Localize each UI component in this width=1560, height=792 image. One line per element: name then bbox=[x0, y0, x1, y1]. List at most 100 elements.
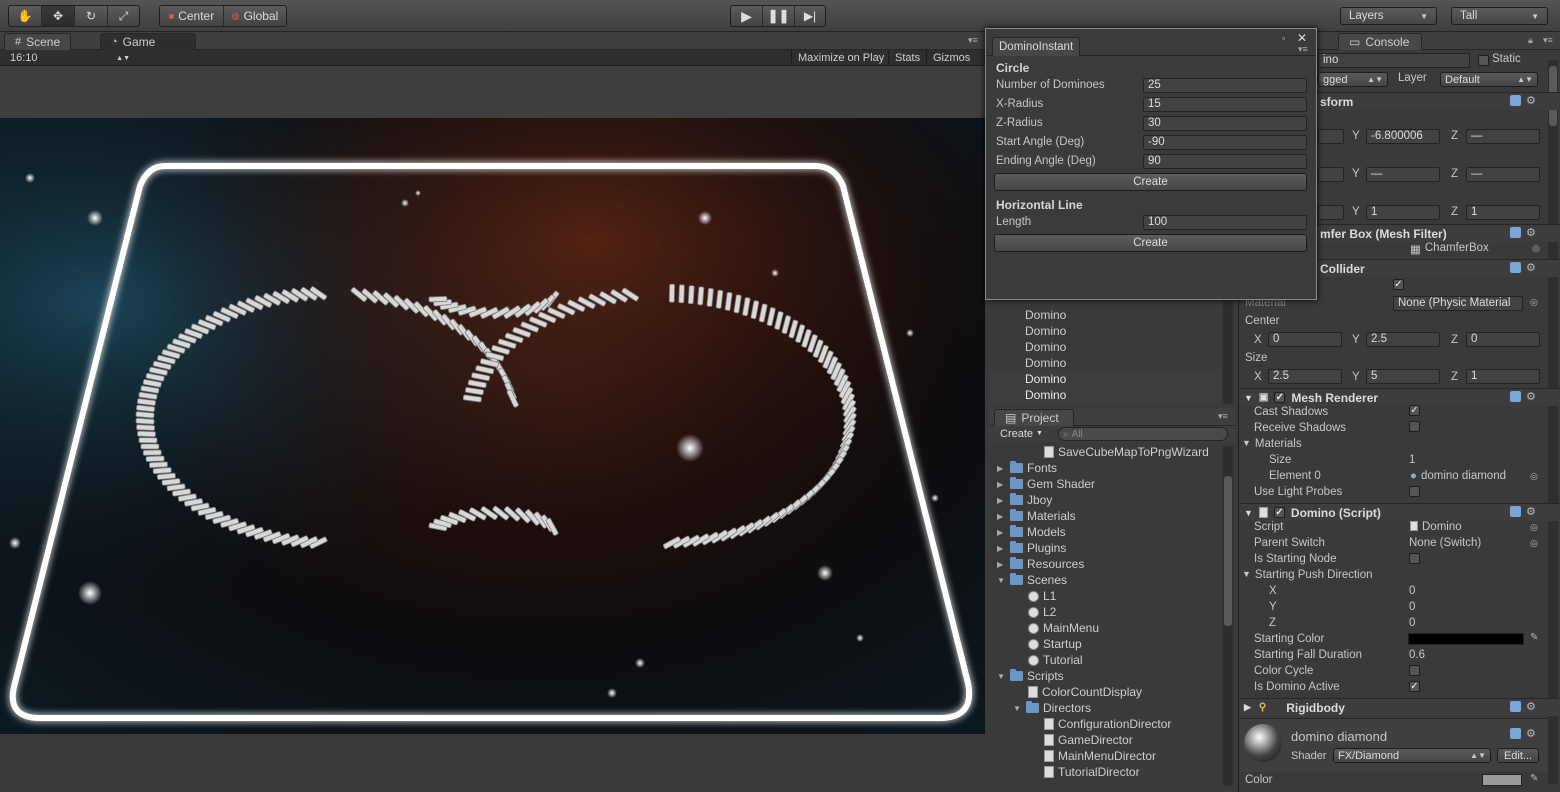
gizmos-button[interactable]: Gizmos bbox=[926, 50, 976, 66]
help-icon[interactable] bbox=[1510, 95, 1521, 106]
close-icon[interactable]: ✕ bbox=[1297, 31, 1307, 45]
game-view[interactable] bbox=[0, 118, 985, 734]
foldout-arrow-icon[interactable]: ▼ bbox=[997, 576, 1006, 585]
project-item[interactable]: ▼ Scenes bbox=[997, 572, 1067, 588]
static-checkbox[interactable] bbox=[1478, 55, 1489, 66]
dir-x-value[interactable]: 0 bbox=[1409, 585, 1415, 597]
hierarchy-item[interactable]: Domino bbox=[1025, 324, 1066, 338]
foldout-arrow-icon[interactable]: ▶ bbox=[997, 480, 1006, 489]
scale-icon[interactable]: ⤢ bbox=[108, 6, 139, 26]
center-y-field[interactable]: 2.5 bbox=[1366, 332, 1440, 347]
starting-push-direction-foldout[interactable]: ▼ Starting Push Direction bbox=[1242, 569, 1373, 581]
script-field[interactable]: Domino bbox=[1410, 521, 1462, 533]
tag-dropdown[interactable]: gged ▲▼ bbox=[1318, 72, 1388, 87]
foldout-arrow-icon[interactable]: ▼ bbox=[1013, 704, 1022, 713]
project-item[interactable]: MainMenu bbox=[1028, 620, 1099, 636]
circle-field-input[interactable]: 90 bbox=[1143, 154, 1307, 169]
project-create-dropdown[interactable]: Create ▼ bbox=[996, 426, 1047, 441]
project-item[interactable]: ▼ Directors bbox=[1013, 700, 1091, 716]
project-item[interactable]: ConfigurationDirector bbox=[1044, 716, 1171, 732]
color-swatch[interactable] bbox=[1482, 774, 1522, 786]
project-item[interactable]: ▶ Plugins bbox=[997, 540, 1066, 556]
tab-game[interactable]: ◔ Game bbox=[100, 33, 196, 50]
create-circle-button[interactable]: Create bbox=[994, 173, 1307, 191]
hierarchy-item[interactable]: Domino bbox=[1025, 372, 1066, 386]
circle-field-input[interactable]: 30 bbox=[1143, 116, 1307, 131]
foldout-arrow-icon[interactable]: ▶ bbox=[997, 496, 1006, 505]
hierarchy-item[interactable]: Domino bbox=[1025, 388, 1066, 402]
object-name-field[interactable]: ino bbox=[1318, 53, 1470, 68]
project-scrollbar[interactable] bbox=[1223, 446, 1233, 786]
layout-dropdown[interactable]: Tall ▼ bbox=[1451, 7, 1548, 25]
lock-icon[interactable]: 🔒︎ bbox=[1528, 35, 1533, 46]
inspector-scrollbar[interactable] bbox=[1548, 60, 1558, 784]
object-picker-icon[interactable]: ◎ bbox=[1530, 538, 1538, 549]
project-item[interactable]: MainMenuDirector bbox=[1044, 748, 1156, 764]
gear-icon[interactable]: ⚙ bbox=[1526, 700, 1536, 713]
hierarchy-scrollbar[interactable] bbox=[1223, 300, 1233, 404]
center-x-field[interactable]: 0 bbox=[1268, 332, 1342, 347]
help-icon[interactable] bbox=[1510, 506, 1521, 517]
materials-foldout[interactable]: ▼ Materials bbox=[1242, 438, 1302, 450]
panel-menu-icon[interactable]: ▾≡ bbox=[1218, 411, 1228, 422]
tab-console[interactable]: ▭ Console bbox=[1338, 33, 1422, 50]
project-item[interactable]: Tutorial bbox=[1028, 652, 1083, 668]
gear-icon[interactable]: ⚙ bbox=[1526, 226, 1536, 239]
maximize-on-play-button[interactable]: Maximize on Play bbox=[791, 50, 890, 66]
project-item[interactable]: GameDirector bbox=[1044, 732, 1133, 748]
scrollbar-thumb[interactable] bbox=[1224, 476, 1232, 626]
hierarchy-item[interactable]: Domino bbox=[1025, 308, 1066, 322]
position-x-field[interactable] bbox=[1318, 129, 1344, 144]
hand-icon[interactable]: ✋ bbox=[9, 6, 42, 26]
project-item[interactable]: L1 bbox=[1028, 588, 1056, 604]
foldout-arrow-icon[interactable]: ▼ bbox=[997, 672, 1006, 681]
eyedropper-icon[interactable]: ✎ bbox=[1530, 632, 1538, 643]
circle-field-input[interactable]: -90 bbox=[1143, 135, 1307, 150]
step-icon[interactable]: ▶| bbox=[795, 6, 825, 26]
project-item[interactable]: SaveCubeMapToPngWizard bbox=[1044, 444, 1209, 460]
help-icon[interactable] bbox=[1510, 227, 1521, 238]
project-item[interactable]: ▶ Gem Shader bbox=[997, 476, 1095, 492]
pivot-center-button[interactable]: ■ Center bbox=[160, 6, 224, 26]
gear-icon[interactable]: ⚙ bbox=[1526, 261, 1536, 274]
project-item[interactable]: ▶ Fonts bbox=[997, 460, 1057, 476]
color-cycle-checkbox[interactable] bbox=[1409, 665, 1420, 676]
cast-shadows-checkbox[interactable]: ✓ bbox=[1409, 405, 1420, 416]
size-z-field[interactable]: 1 bbox=[1466, 369, 1540, 384]
rotation-x-field[interactable] bbox=[1318, 167, 1344, 182]
aspect-dropdown[interactable]: 16:10 ▲▼ bbox=[6, 50, 134, 66]
starting-color-swatch[interactable] bbox=[1408, 633, 1524, 645]
project-search-input[interactable]: ⌕ All bbox=[1058, 427, 1228, 441]
receive-shadows-checkbox[interactable] bbox=[1409, 421, 1420, 432]
is-starting-node-checkbox[interactable] bbox=[1409, 553, 1420, 564]
gear-icon[interactable]: ⚙ bbox=[1526, 727, 1536, 740]
layers-dropdown[interactable]: Layers ▼ bbox=[1340, 7, 1437, 25]
move-icon[interactable]: ✥ bbox=[42, 6, 75, 26]
foldout-arrow-icon[interactable]: ▶ bbox=[997, 464, 1006, 473]
tab-project[interactable]: ▤ Project bbox=[994, 409, 1074, 426]
parent-switch-field[interactable]: None (Switch) bbox=[1409, 537, 1481, 549]
panel-menu-icon[interactable]: ▾≡ bbox=[968, 35, 978, 46]
is-domino-active-checkbox[interactable]: ✓ bbox=[1409, 681, 1420, 692]
project-item[interactable]: ▶ Models bbox=[997, 524, 1066, 540]
foldout-arrow-icon[interactable]: ▶ bbox=[997, 528, 1006, 537]
position-y-field[interactable]: -6.800006 bbox=[1366, 129, 1440, 144]
project-item[interactable]: Startup bbox=[1028, 636, 1082, 652]
scale-x-field[interactable] bbox=[1318, 205, 1344, 220]
size-x-field[interactable]: 2.5 bbox=[1268, 369, 1342, 384]
stats-button[interactable]: Stats bbox=[888, 50, 926, 66]
starting-fall-duration-value[interactable]: 0.6 bbox=[1409, 649, 1425, 661]
pivot-global-button[interactable]: ◍ Global bbox=[224, 6, 286, 26]
scale-y-field[interactable]: 1 bbox=[1366, 205, 1440, 220]
mesh-field[interactable]: ▦ ChamferBox bbox=[1410, 242, 1489, 256]
layer-dropdown[interactable]: Default ▲▼ bbox=[1440, 72, 1538, 87]
project-item[interactable]: TutorialDirector bbox=[1044, 764, 1140, 780]
play-icon[interactable]: ▶ bbox=[731, 6, 763, 26]
line-length-input[interactable]: 100 bbox=[1143, 215, 1307, 230]
use-light-probes-checkbox[interactable] bbox=[1409, 486, 1420, 497]
scale-z-field[interactable]: 1 bbox=[1466, 205, 1540, 220]
is-trigger-checkbox[interactable]: ✓ bbox=[1393, 279, 1404, 290]
help-icon[interactable] bbox=[1510, 728, 1521, 739]
circle-field-input[interactable]: 15 bbox=[1143, 97, 1307, 112]
object-picker-icon[interactable]: ◎ bbox=[1530, 297, 1538, 308]
